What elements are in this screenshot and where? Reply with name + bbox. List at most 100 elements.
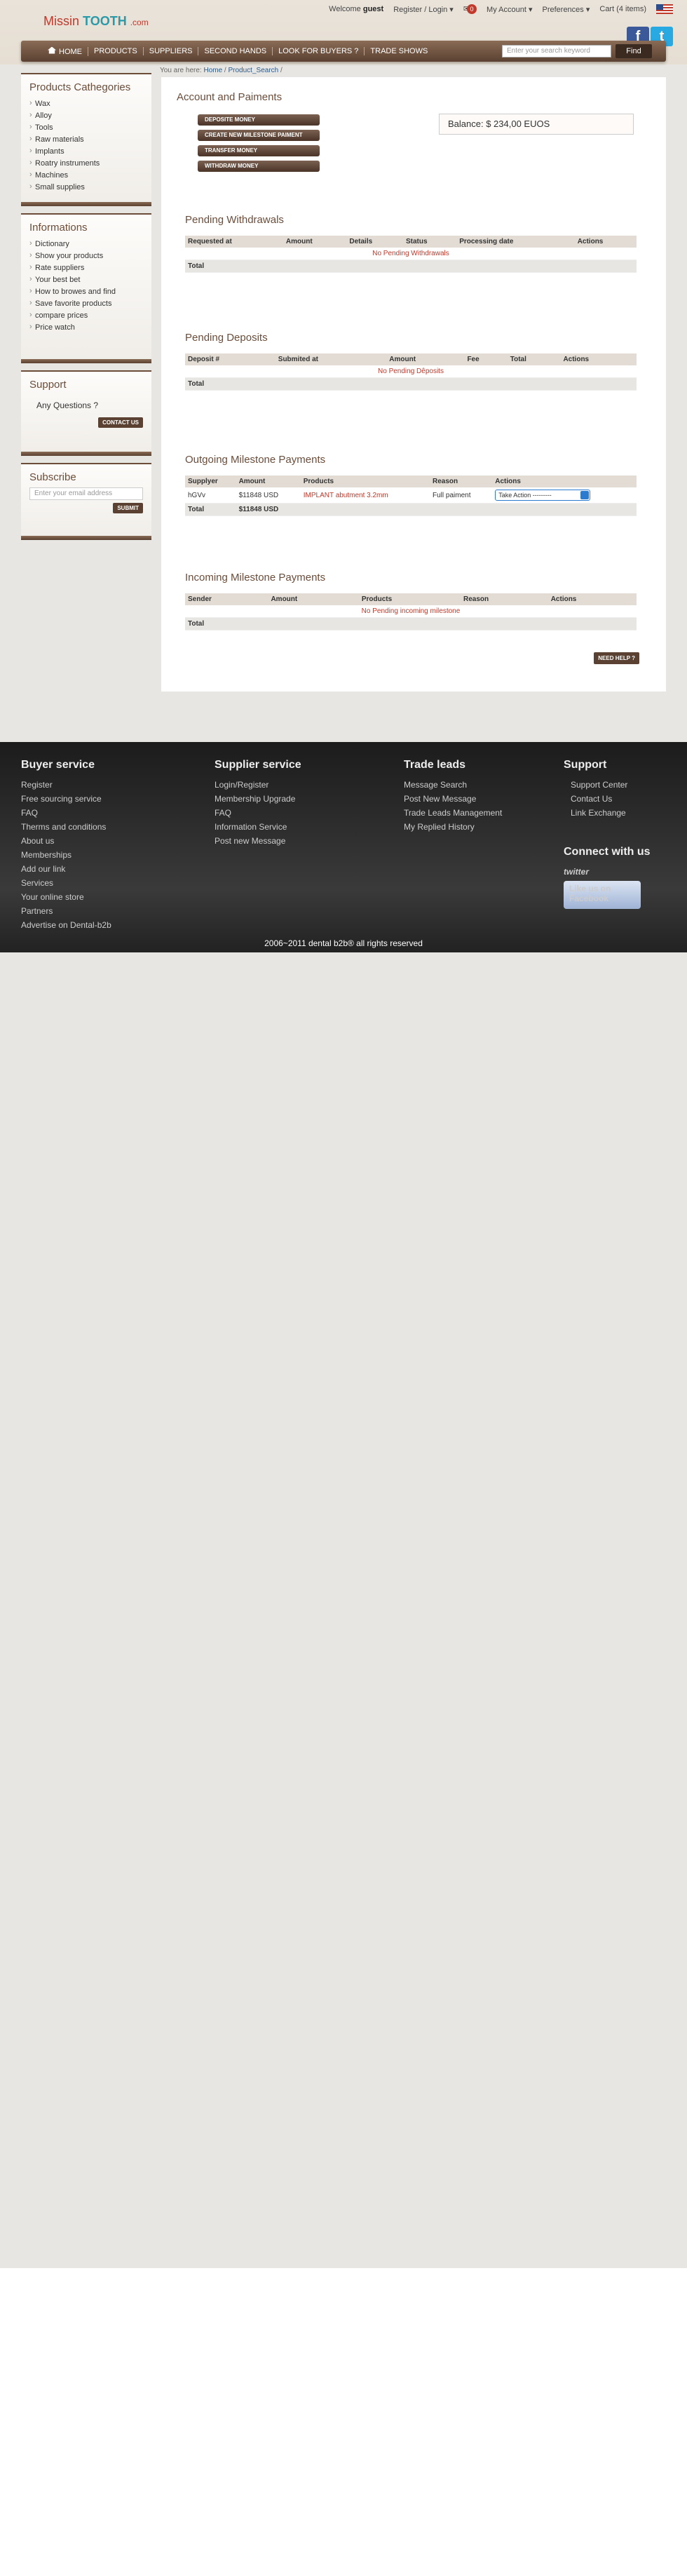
column-header: Actions — [574, 236, 637, 248]
footer-link[interactable]: Post new Message — [215, 836, 301, 846]
outgoing-table: Supplyer Amount Products Reason Actions … — [185, 476, 637, 516]
chevron-down-icon — [580, 491, 590, 499]
nav-suppliers[interactable]: SUPPLIERS — [144, 47, 199, 55]
footer-link[interactable]: Advertise on Dental-b2b — [21, 920, 111, 930]
search-input[interactable]: Enter your search keyword — [502, 45, 611, 58]
transfer-money-button[interactable]: TRANSFER MONEY — [198, 145, 320, 156]
footer-link[interactable]: Memberships — [21, 850, 111, 860]
copyright: 2006~2011 dental b2b® all rights reserve… — [264, 938, 423, 948]
need-help-button[interactable]: NEED HELP ? — [594, 652, 639, 664]
pending-deposits-section: Pending Deposits Deposit # Submited at A… — [185, 332, 637, 391]
info-item[interactable]: Price watch — [29, 321, 143, 333]
register-login-link[interactable]: Register / Login ▾ — [393, 5, 454, 14]
notification-icon[interactable]: ✉0 — [463, 4, 477, 14]
nav-look-for-buyers[interactable]: LOOK FOR BUYERS ? — [273, 47, 365, 55]
find-button[interactable]: Find — [615, 44, 652, 58]
deposit-money-button[interactable]: DEPOSITE MONEY — [198, 114, 320, 126]
total-row: Total — [185, 617, 637, 630]
category-item[interactable]: Raw materials — [29, 133, 143, 145]
column-header: Fee — [464, 353, 508, 365]
contact-us-button[interactable]: CONTACT US — [98, 417, 143, 428]
nav-second-hands[interactable]: SECOND HANDS — [198, 47, 273, 55]
footer-heading: Buyer service — [21, 759, 95, 771]
category-item[interactable]: Alloy — [29, 109, 143, 121]
page-title: Account and Paiments — [177, 91, 283, 103]
info-item[interactable]: Save favorite products — [29, 297, 143, 309]
categories-title: Products Cathegories — [29, 81, 131, 93]
preferences-menu[interactable]: Preferences ▾ — [542, 5, 590, 14]
footer-link[interactable]: My Replied History — [404, 822, 502, 832]
info-item[interactable]: How to browes and find — [29, 285, 143, 297]
my-account-menu[interactable]: My Account ▾ — [487, 5, 532, 14]
category-item[interactable]: Wax — [29, 97, 143, 109]
nav-products[interactable]: PRODUCTS — [88, 47, 144, 55]
info-item[interactable]: Your best bet — [29, 274, 143, 285]
cart-link[interactable]: Cart (4 items) — [599, 5, 646, 13]
table-row: hGVv $11848 USD IMPLANT abutment 3.2mm F… — [185, 487, 637, 504]
column-header: Requested at — [185, 236, 283, 248]
reason-cell: Full paiment — [430, 487, 493, 504]
footer-link[interactable]: Link Exchange — [564, 808, 651, 818]
support-question: Any Questions ? — [36, 400, 99, 410]
breadcrumb-home[interactable]: Home — [203, 67, 222, 74]
section-title: Incoming Milestone Payments — [185, 572, 326, 584]
footer-link[interactable]: Services — [21, 878, 111, 888]
top-bar: Welcome guest Register / Login ▾ ✉0 My A… — [329, 4, 673, 14]
footer-buyer-column: Buyer service Register Free sourcing ser… — [21, 759, 111, 934]
column-header: Amount — [236, 476, 301, 487]
facebook-like-icon[interactable]: Like us on Facebook — [564, 881, 641, 909]
info-item[interactable]: Dictionary — [29, 238, 143, 250]
empty-message: No Pending Dêposits — [185, 365, 637, 378]
category-item[interactable]: Small supplies — [29, 181, 143, 193]
footer-link[interactable]: Add our link — [21, 864, 111, 874]
footer-heading: Trade leads — [404, 759, 466, 771]
site-logo[interactable]: Missin TOOTH .com — [43, 14, 149, 29]
footer-link[interactable]: Information Service — [215, 822, 301, 832]
breadcrumb: You are here: Home / Product_Search / — [160, 67, 283, 74]
column-header: Status — [402, 236, 457, 248]
email-field[interactable]: Enter your email address — [29, 487, 143, 500]
footer-link[interactable]: Your online store — [21, 892, 111, 902]
subscribe-title: Subscribe — [29, 471, 76, 483]
create-milestone-button[interactable]: CREATE NEW MILESTONE PAIMENT — [198, 130, 320, 141]
footer-link[interactable]: Post New Message — [404, 794, 502, 804]
balance-box: Balance: $ 234,00 EUOS — [439, 114, 634, 135]
twitter-icon[interactable]: twitter — [564, 867, 651, 877]
column-header: Actions — [492, 476, 637, 487]
product-link[interactable]: IMPLANT abutment 3.2mm — [300, 487, 430, 504]
column-header: Amount — [386, 353, 465, 365]
nav-home[interactable]: HOME — [42, 46, 88, 56]
footer-link[interactable]: FAQ — [215, 808, 301, 818]
footer-link[interactable]: Register — [21, 780, 111, 790]
action-cell: Take Action --------- — [492, 487, 637, 504]
column-header: Amount — [283, 236, 347, 248]
outgoing-milestone-section: Outgoing Milestone Payments Supplyer Amo… — [185, 454, 637, 516]
footer-link[interactable]: Message Search — [404, 780, 502, 790]
footer-link[interactable]: Trade Leads Management — [404, 808, 502, 818]
category-item[interactable]: Implants — [29, 145, 143, 157]
withdrawals-table: Requested at Amount Details Status Proce… — [185, 236, 637, 273]
footer-link[interactable]: Partners — [21, 906, 111, 916]
category-item[interactable]: Machines — [29, 169, 143, 181]
footer-link[interactable]: About us — [21, 836, 111, 846]
subscribe-box: Subscribe Enter your email address SUBMI… — [21, 463, 151, 540]
info-item[interactable]: compare prices — [29, 309, 143, 321]
category-item[interactable]: Roatry instruments — [29, 157, 143, 169]
info-item[interactable]: Show your products — [29, 250, 143, 262]
withdraw-money-button[interactable]: WITHDRAW MONEY — [198, 161, 320, 172]
footer-link[interactable]: Membership Upgrade — [215, 794, 301, 804]
footer-link[interactable]: Contact Us — [564, 794, 651, 804]
submit-button[interactable]: SUBMIT — [113, 503, 143, 513]
footer-link[interactable]: FAQ — [21, 808, 111, 818]
take-action-select[interactable]: Take Action --------- — [495, 490, 591, 501]
nav-trade-shows[interactable]: TRADE SHOWS — [365, 47, 433, 55]
footer-link[interactable]: Login/Register — [215, 780, 301, 790]
info-item[interactable]: Rate suppliers — [29, 262, 143, 274]
category-item[interactable]: Tools — [29, 121, 143, 133]
footer-link[interactable]: Free sourcing service — [21, 794, 111, 804]
breadcrumb-current[interactable]: Product_Search — [229, 67, 279, 74]
footer-link[interactable]: Support Center — [564, 780, 651, 790]
page-bottom — [0, 2268, 687, 2576]
us-flag-icon[interactable] — [656, 4, 673, 14]
footer-link[interactable]: Therms and conditions — [21, 822, 111, 832]
